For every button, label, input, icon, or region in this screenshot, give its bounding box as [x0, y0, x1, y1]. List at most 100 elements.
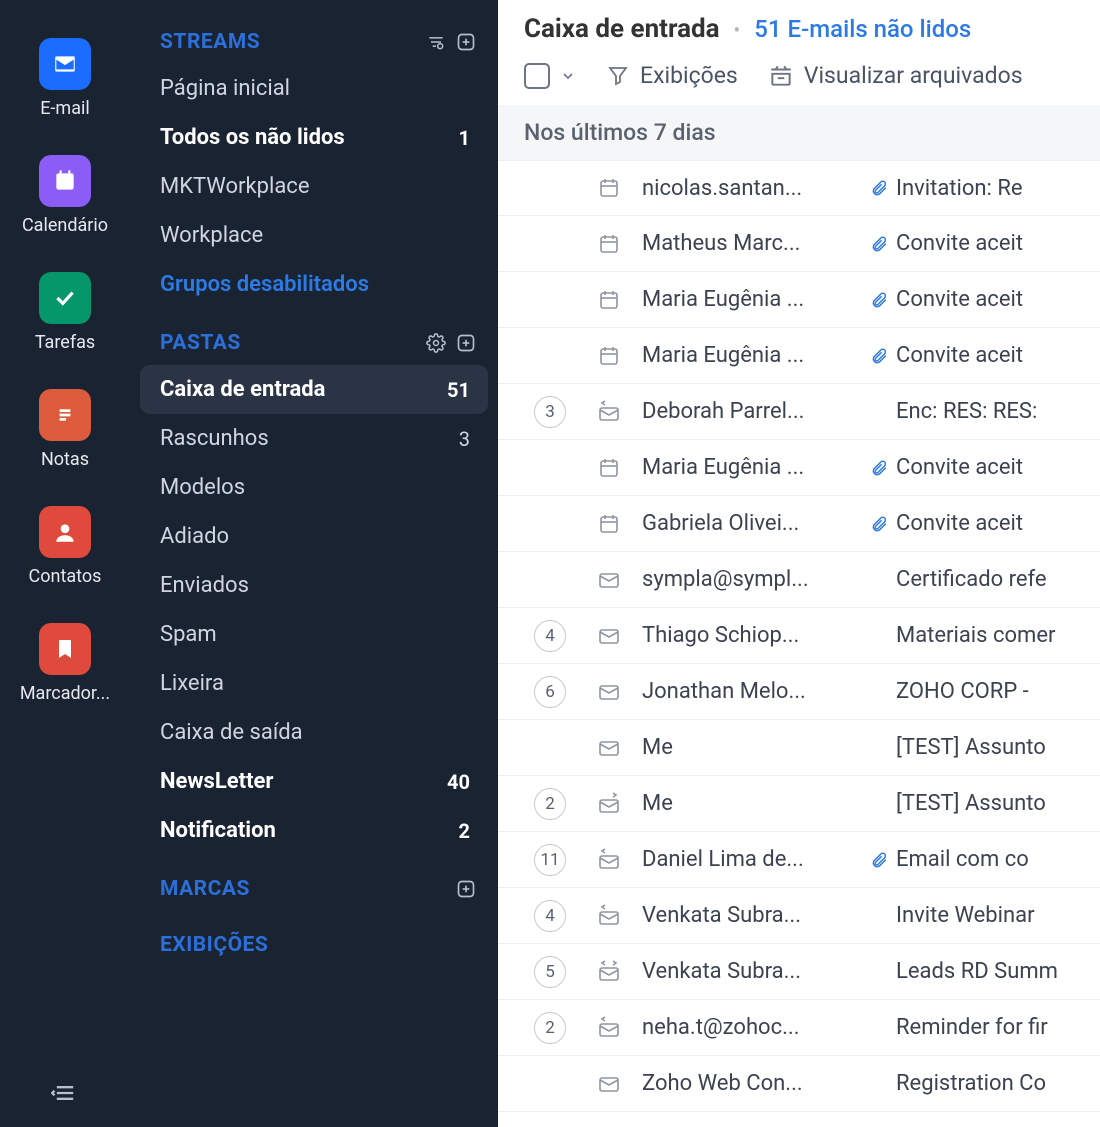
nav-item-count: 1: [459, 126, 470, 150]
folder-item[interactable]: Adiado: [130, 512, 498, 561]
nav-item-label: Spam: [160, 622, 217, 647]
email-type-icon: [576, 344, 642, 368]
email-sender: Thiago Schiop...: [642, 623, 862, 648]
nav-item-label: Página inicial: [160, 76, 290, 101]
thread-count-badge: 6: [534, 676, 566, 708]
nav-item-label: Caixa de saída: [160, 720, 303, 745]
email-sender: Deborah Parrel...: [642, 399, 862, 424]
folder-item[interactable]: Spam: [130, 610, 498, 659]
app-root: E-mail Calendário Tarefas Notas Contatos…: [0, 0, 1100, 1127]
email-sender: Maria Eugênia ...: [642, 343, 862, 368]
email-row[interactable]: 11 Daniel Lima de... Email com co: [498, 832, 1100, 888]
stream-item[interactable]: Página inicial: [130, 64, 498, 113]
email-subject: Convite aceit: [896, 455, 1100, 480]
email-row[interactable]: Maria Eugênia ... Convite aceit: [498, 440, 1100, 496]
rail-item-notes[interactable]: Notas: [39, 389, 91, 470]
email-subject: Materiais comer: [896, 623, 1100, 648]
nav-item-label: Caixa de entrada: [160, 377, 325, 402]
folder-item[interactable]: Rascunhos3: [130, 414, 498, 463]
attachment-icon: [870, 177, 888, 199]
email-type-icon: [576, 736, 642, 760]
email-subject: Certificado refe: [896, 567, 1100, 592]
email-row[interactable]: 2 Me [TEST] Assunto: [498, 776, 1100, 832]
email-sender: Venkata Subra...: [642, 959, 862, 984]
attachment-icon: [870, 233, 888, 255]
select-all-dropdown-icon[interactable]: [560, 68, 576, 84]
email-subject: [TEST] Assunto: [896, 791, 1100, 816]
email-sender: Venkata Subra...: [642, 903, 862, 928]
folder-item[interactable]: Enviados: [130, 561, 498, 610]
nav-item-count: 3: [459, 427, 470, 451]
email-subject: Convite aceit: [896, 231, 1100, 256]
email-row[interactable]: Zoho Web Con... Registration Co: [498, 1056, 1100, 1112]
nav-item-label: NewsLetter: [160, 769, 273, 794]
stream-item[interactable]: MKTWorkplace: [130, 162, 498, 211]
add-folder-icon[interactable]: [456, 333, 476, 353]
add-stream-icon[interactable]: [456, 32, 476, 52]
rail-item-check[interactable]: Tarefas: [35, 272, 95, 353]
email-subject: Reminder for fir: [896, 1015, 1100, 1040]
email-type-icon: [576, 288, 642, 312]
email-row[interactable]: sympla@sympl... Certificado refe: [498, 552, 1100, 608]
rail-item-mail[interactable]: E-mail: [39, 38, 91, 119]
email-row[interactable]: Matheus Marc... Convite aceit: [498, 216, 1100, 272]
nav-item-label: Modelos: [160, 475, 245, 500]
email-type-icon: [576, 232, 642, 256]
folder-item[interactable]: Notification2: [130, 806, 498, 855]
email-subject: Convite aceit: [896, 343, 1100, 368]
stream-item[interactable]: Grupos desabilitados: [130, 260, 498, 309]
nav-item-label: Todos os não lidos: [160, 125, 345, 150]
stream-settings-icon[interactable]: [426, 32, 446, 52]
email-row[interactable]: nicolas.santan... Invitation: Re: [498, 160, 1100, 216]
views-filter-button[interactable]: Exibições: [606, 62, 738, 89]
stream-item[interactable]: Workplace: [130, 211, 498, 260]
email-row[interactable]: 2 neha.t@zohoc... Reminder for fir: [498, 1000, 1100, 1056]
nav-item-label: Workplace: [160, 223, 263, 248]
streams-header: STREAMS: [130, 30, 498, 54]
email-row[interactable]: Maria Eugênia ... Convite aceit: [498, 272, 1100, 328]
funnel-icon: [606, 64, 630, 88]
list-toolbar: Exibições Visualizar arquivados: [524, 56, 1100, 95]
main-title-row: Caixa de entrada • 51 E-mails não lidos: [524, 14, 1100, 44]
email-sender: sympla@sympl...: [642, 567, 862, 592]
email-row[interactable]: Me [TEST] Assunto: [498, 720, 1100, 776]
nav-item-count: 40: [447, 770, 470, 794]
thread-count-badge: 5: [534, 956, 566, 988]
sidebar-collapse-icon[interactable]: [51, 1079, 79, 1107]
rail-item-bookmark[interactable]: Marcador...: [20, 623, 110, 704]
email-row[interactable]: Maria Eugênia ... Convite aceit: [498, 328, 1100, 384]
folder-settings-icon[interactable]: [426, 333, 446, 353]
calendar-icon: [39, 155, 91, 207]
email-subject: Email com co: [896, 847, 1100, 872]
email-row[interactable]: Gabriela Olivei... Convite aceit: [498, 496, 1100, 552]
thread-count-badge: 4: [534, 900, 566, 932]
email-type-icon: [576, 624, 642, 648]
nav-item-label: Grupos desabilitados: [160, 272, 369, 297]
title-separator: •: [734, 18, 741, 42]
folders-title: PASTAS: [160, 331, 241, 355]
folder-item[interactable]: Lixeira: [130, 659, 498, 708]
email-row[interactable]: 5 Venkata Subra... Leads RD Summ: [498, 944, 1100, 1000]
main-panel: Caixa de entrada • 51 E-mails não lidos …: [498, 0, 1100, 1127]
email-subject: [TEST] Assunto: [896, 735, 1100, 760]
view-archived-button[interactable]: Visualizar arquivados: [768, 62, 1023, 89]
folder-item[interactable]: NewsLetter 40: [130, 757, 498, 806]
folder-item[interactable]: Caixa de entrada51: [140, 365, 488, 414]
email-row[interactable]: 4 Venkata Subra... Invite Webinar: [498, 888, 1100, 944]
nav-item-label: Enviados: [160, 573, 249, 598]
email-row[interactable]: 3 Deborah Parrel... Enc: RES: RES:: [498, 384, 1100, 440]
email-row[interactable]: 4 Thiago Schiop... Materiais comer: [498, 608, 1100, 664]
select-all-checkbox[interactable]: [524, 63, 550, 89]
email-subject: Leads RD Summ: [896, 959, 1100, 984]
unread-count-link[interactable]: 51 E-mails não lidos: [754, 15, 971, 43]
folder-item[interactable]: Caixa de saída: [130, 708, 498, 757]
stream-item[interactable]: Todos os não lidos 1: [130, 113, 498, 162]
add-tag-icon[interactable]: [456, 879, 476, 899]
bookmark-icon: [39, 623, 91, 675]
email-subject: Invite Webinar: [896, 903, 1100, 928]
rail-item-calendar[interactable]: Calendário: [22, 155, 108, 236]
thread-count-badge: 2: [534, 1012, 566, 1044]
email-row[interactable]: 6 Jonathan Melo... ZOHO CORP -: [498, 664, 1100, 720]
rail-item-contact[interactable]: Contatos: [29, 506, 102, 587]
folder-item[interactable]: Modelos: [130, 463, 498, 512]
